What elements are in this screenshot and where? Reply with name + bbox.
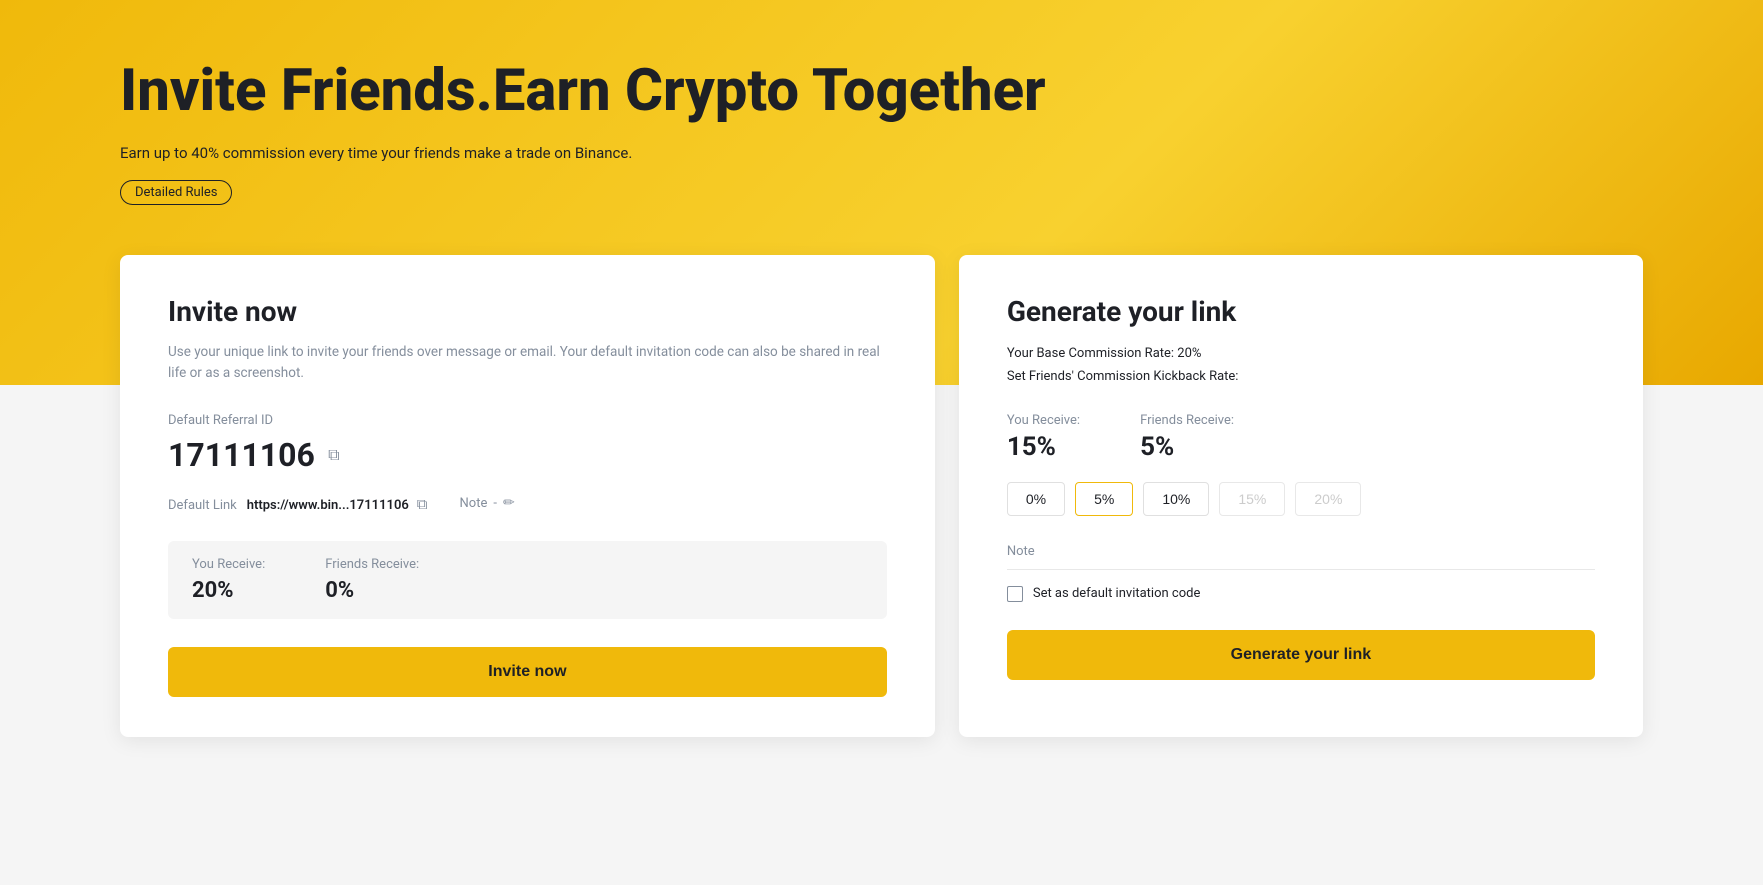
rate-btn-10[interactable]: 10% bbox=[1143, 482, 1209, 516]
receive-box: You Receive: 20% Friends Receive: 0% bbox=[168, 541, 887, 619]
generate-card: Generate your link Your Base Commission … bbox=[959, 255, 1643, 737]
note-dash: - bbox=[493, 496, 497, 511]
right-you-receive-label: You Receive: bbox=[1007, 413, 1080, 428]
right-you-receive-col: You Receive: 15% bbox=[1007, 413, 1080, 462]
you-receive-value: 20% bbox=[192, 578, 265, 603]
rate-btn-0[interactable]: 0% bbox=[1007, 482, 1065, 516]
referral-id-copy-icon[interactable]: ⧉ bbox=[325, 446, 343, 464]
detailed-rules-button[interactable]: Detailed Rules bbox=[120, 180, 232, 205]
base-commission-line2: Set Friends' Commission Kickback Rate: bbox=[1007, 365, 1595, 388]
invite-card-description: Use your unique link to invite your frie… bbox=[168, 342, 887, 385]
invite-card: Invite now Use your unique link to invit… bbox=[120, 255, 935, 737]
rate-btn-20: 20% bbox=[1295, 482, 1361, 516]
right-receive-row: You Receive: 15% Friends Receive: 5% bbox=[1007, 413, 1595, 462]
rate-btn-15: 15% bbox=[1219, 482, 1285, 516]
invite-card-title: Invite now bbox=[168, 295, 887, 328]
note-input-label: Note bbox=[1007, 544, 1595, 559]
right-friends-receive-col: Friends Receive: 5% bbox=[1140, 413, 1234, 462]
base-commission-info: Your Base Commission Rate: 20% Set Frien… bbox=[1007, 342, 1595, 389]
note-label: Note bbox=[460, 496, 488, 511]
invite-now-button[interactable]: Invite now bbox=[168, 647, 887, 697]
right-you-receive-value: 15% bbox=[1007, 432, 1080, 462]
default-code-row: Set as default invitation code bbox=[1007, 586, 1595, 602]
hero-title: Invite Friends.Earn Crypto Together bbox=[120, 60, 1643, 124]
rate-buttons: 0% 5% 10% 15% 20% bbox=[1007, 482, 1595, 516]
right-friends-receive-value: 5% bbox=[1140, 432, 1234, 462]
rate-btn-5[interactable]: 5% bbox=[1075, 482, 1133, 516]
friends-receive-col: Friends Receive: 0% bbox=[325, 557, 419, 603]
right-friends-receive-label: Friends Receive: bbox=[1140, 413, 1234, 428]
referral-id-row: 17111106 ⧉ bbox=[168, 436, 887, 474]
default-code-checkbox[interactable] bbox=[1007, 586, 1023, 602]
default-referral-id-label: Default Referral ID bbox=[168, 413, 887, 428]
note-section: Note - ✏ bbox=[460, 495, 515, 511]
hero-subtitle: Earn up to 40% commission every time you… bbox=[120, 144, 1643, 162]
friends-receive-value: 0% bbox=[325, 578, 419, 603]
default-link-label: Default Link bbox=[168, 498, 237, 513]
default-link-value: https://www.bin...17111106 bbox=[247, 498, 409, 513]
base-commission-line1: Your Base Commission Rate: 20% bbox=[1007, 342, 1595, 365]
friends-receive-label: Friends Receive: bbox=[325, 557, 419, 572]
default-link-copy-icon[interactable]: ⧉ bbox=[417, 495, 428, 513]
you-receive-col: You Receive: 20% bbox=[192, 557, 265, 603]
referral-id-value: 17111106 bbox=[168, 436, 315, 474]
you-receive-label: You Receive: bbox=[192, 557, 265, 572]
note-divider bbox=[1007, 569, 1595, 570]
default-code-label: Set as default invitation code bbox=[1033, 586, 1201, 601]
note-edit-icon[interactable]: ✏ bbox=[503, 495, 515, 511]
default-link-section: Default Link https://www.bin...17111106 … bbox=[168, 494, 428, 513]
generate-card-title: Generate your link bbox=[1007, 295, 1595, 328]
default-link-row: Default Link https://www.bin...17111106 … bbox=[168, 494, 887, 513]
generate-link-button[interactable]: Generate your link bbox=[1007, 630, 1595, 680]
cards-container: Invite now Use your unique link to invit… bbox=[0, 255, 1763, 737]
